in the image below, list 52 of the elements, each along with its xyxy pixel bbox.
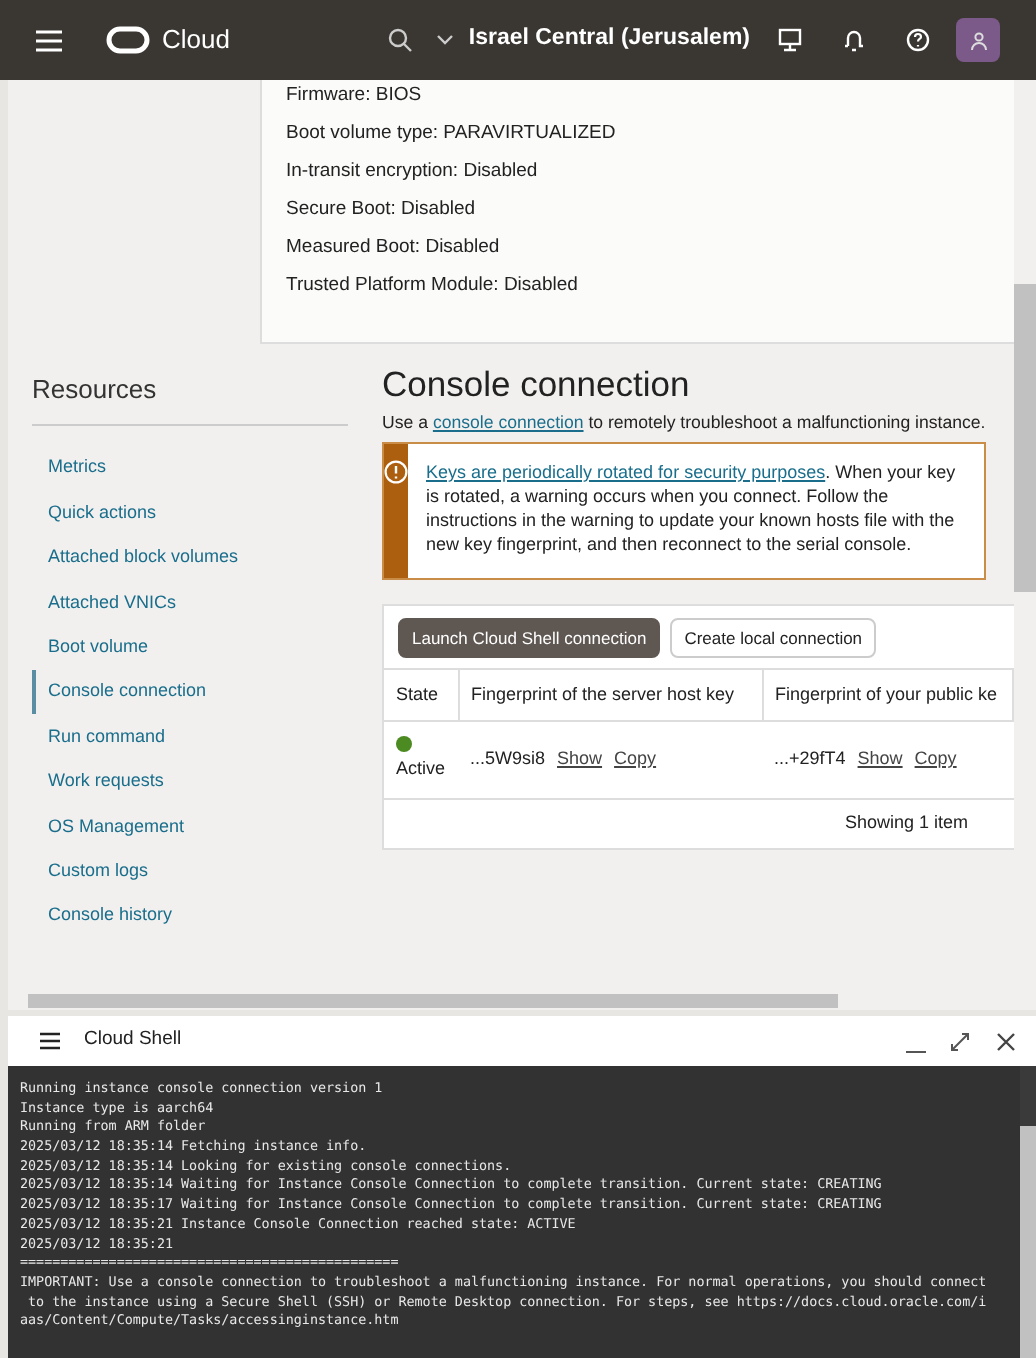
action-link[interactable]: Copy	[914, 748, 957, 768]
resource-link[interactable]: Attached VNICs	[32, 580, 348, 626]
minimize-icon[interactable]	[906, 1049, 926, 1053]
column-header: State	[384, 669, 458, 721]
cloud-shell-title: Cloud Shell	[84, 1026, 182, 1055]
resources-heading: Resources	[32, 372, 159, 406]
detail-text: Firmware: BIOS	[286, 82, 424, 108]
help-icon[interactable]	[906, 28, 930, 52]
monitor-icon[interactable]	[778, 28, 802, 52]
resource-link[interactable]: Run command	[32, 714, 348, 760]
detail-text: In-transit encryption: Disabled	[286, 158, 540, 184]
resource-link[interactable]: Console connection	[32, 669, 348, 715]
detail-text: Boot volume type: PARAVIRTUALIZED	[286, 120, 618, 146]
action-link[interactable]: Show	[557, 748, 603, 768]
create-button[interactable]: Create local connection	[670, 618, 877, 658]
resource-link[interactable]: Attached block volumes	[32, 535, 348, 581]
launch-button[interactable]: Launch Cloud Shell connection	[398, 618, 661, 658]
action-link[interactable]: Copy	[614, 748, 657, 768]
notifications-icon[interactable]	[842, 28, 866, 52]
action-link[interactable]: Show	[857, 748, 903, 768]
column-header: Fingerprint of the server host key	[458, 669, 762, 721]
detail-text: Secure Boot: Disabled	[286, 196, 478, 222]
description-text: Use a console connection to remotely troubleshoot a malfunctioning instance.	[382, 410, 986, 434]
region-selector[interactable]: Israel Central (Jerusalem)	[436, 22, 750, 58]
logo-icon	[106, 26, 150, 54]
fingerprint-text: ...5W9si8	[470, 748, 546, 768]
state-text: Active	[396, 756, 446, 782]
search-icon[interactable]	[388, 28, 413, 52]
menu-icon[interactable]	[40, 1032, 60, 1050]
resource-link[interactable]: Metrics	[32, 446, 348, 491]
section-title: Console connection	[382, 362, 692, 406]
resource-link[interactable]: Work requests	[32, 759, 348, 805]
terminal-scrollbar[interactable]	[1020, 1066, 1036, 1358]
avatar[interactable]	[956, 18, 1000, 62]
brand-name[interactable]: Cloud	[162, 20, 230, 60]
maximize-icon[interactable]	[950, 1031, 970, 1051]
resource-link[interactable]: Boot volume	[32, 625, 348, 670]
resource-link[interactable]: Custom logs	[32, 849, 348, 894]
detail-text: Measured Boot: Disabled	[286, 234, 502, 260]
column-header: Fingerprint of your public ke	[762, 669, 1012, 721]
terminal[interactable]	[8, 1066, 1036, 1358]
detail-text: Trusted Platform Module: Disabled	[286, 272, 580, 298]
resource-link[interactable]: OS Management	[32, 804, 348, 850]
resource-link[interactable]: Console history	[32, 893, 348, 939]
resource-link[interactable]: Quick actions	[32, 490, 348, 536]
warning-link[interactable]: Keys are periodically rotated for security purposes	[426, 462, 826, 482]
warning-text: Keys are periodically rotated for security purposes. When your key is rotated, a warning occurs when you connect. Follow the instructions in the warning to update your known hosts file with the new key fingerprint, and then reconnect to the serial console.	[424, 460, 958, 558]
fingerprint-text: ...+29fT4	[774, 748, 846, 768]
docs-link[interactable]: console connection	[432, 412, 584, 432]
chevron-down-icon	[436, 34, 455, 46]
close-icon[interactable]	[996, 1031, 1016, 1051]
person-icon	[969, 31, 987, 49]
